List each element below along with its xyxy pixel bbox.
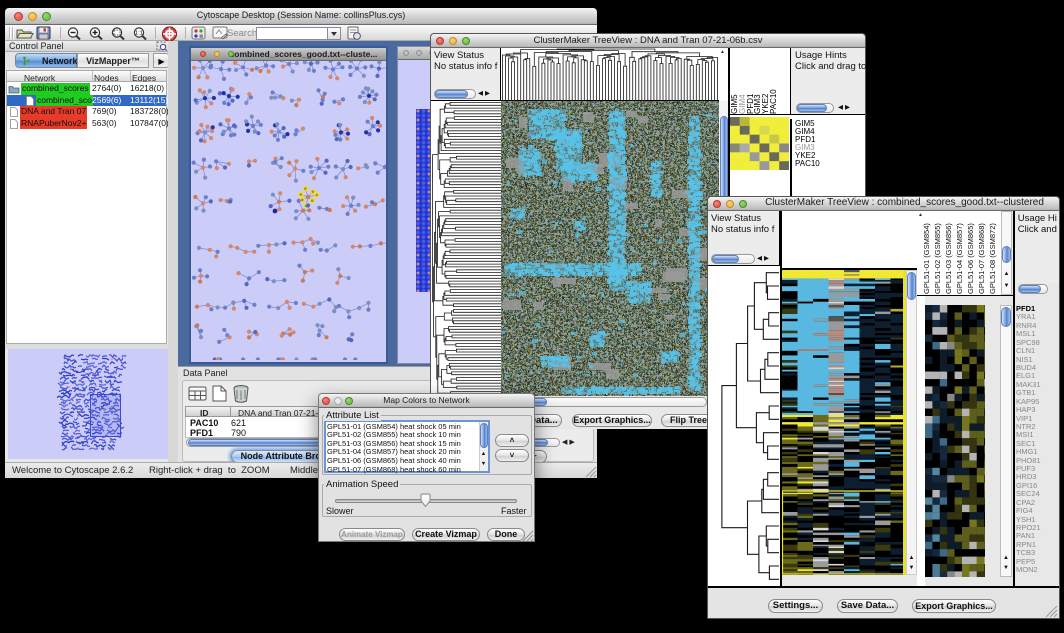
svg-text:1:1: 1:1 [135,30,143,36]
